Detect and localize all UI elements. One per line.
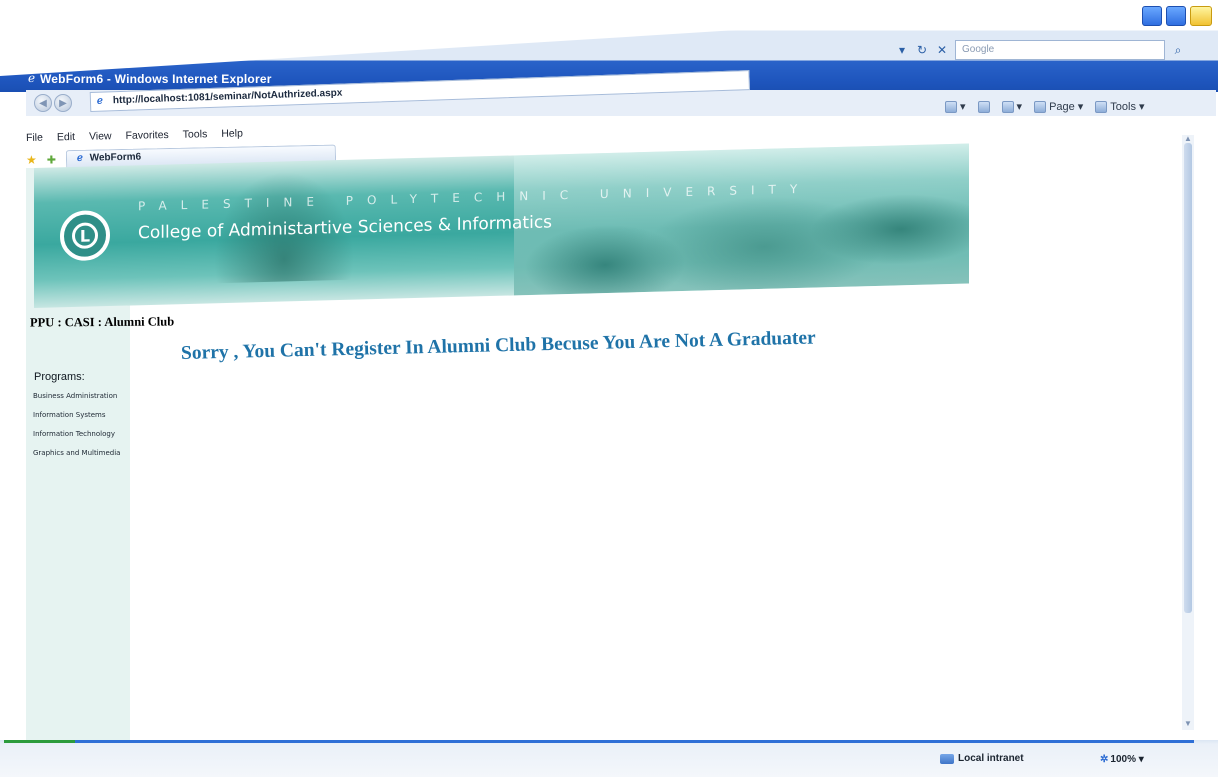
zoom-level[interactable]: ✲ 100% ▾ bbox=[1100, 754, 1144, 765]
program-link-information-technology[interactable]: Information Technology bbox=[33, 430, 128, 438]
load-progress bbox=[4, 740, 76, 743]
scroll-up-icon[interactable]: ▲ bbox=[1184, 135, 1192, 143]
menu-favorites[interactable]: Favorites bbox=[125, 129, 168, 142]
search-input[interactable]: Google bbox=[955, 40, 1165, 60]
minimize-button[interactable] bbox=[1142, 6, 1162, 26]
page-menu-button[interactable]: Page ▾ bbox=[1034, 100, 1083, 113]
url-text: http://localhost:1081/seminar/NotAuthriz… bbox=[112, 87, 343, 107]
page-menu-label: Page bbox=[1049, 100, 1075, 113]
add-favorites-icon[interactable]: ✚ bbox=[47, 153, 56, 166]
error-message: Sorry , You Can't Register In Alumni Clu… bbox=[180, 327, 816, 364]
command-bar: ▾ ▾ Page ▾ Tools ▾ bbox=[945, 100, 1145, 113]
menu-tools[interactable]: Tools bbox=[183, 128, 208, 141]
window-title: WebForm6 - Windows Internet Explorer bbox=[40, 72, 272, 86]
home-button[interactable]: ▾ bbox=[945, 100, 966, 113]
program-link-information-systems[interactable]: Information Systems bbox=[33, 411, 128, 419]
menu-view[interactable]: View bbox=[89, 130, 112, 142]
page-viewport: L PALESTINE POLYTECHNIC UNIVERSITY Colle… bbox=[26, 143, 1186, 744]
close-button[interactable] bbox=[1190, 6, 1212, 26]
feeds-icon bbox=[977, 100, 990, 113]
forward-button[interactable]: ▶ bbox=[54, 94, 72, 112]
menu-help[interactable]: Help bbox=[221, 127, 243, 139]
zone-label: Local intranet bbox=[958, 753, 1024, 764]
top-toolbar: ▾ ↻ ✕ Google ⌕ bbox=[895, 40, 1185, 60]
feeds-button[interactable] bbox=[977, 100, 990, 113]
print-icon bbox=[1001, 100, 1014, 113]
tab-page-icon: ℯ bbox=[76, 152, 83, 164]
dropdown-icon[interactable]: ▾ bbox=[895, 43, 909, 57]
menu-bar: File Edit View Favorites Tools Help bbox=[26, 127, 243, 144]
tools-menu-button[interactable]: Tools ▾ bbox=[1095, 100, 1145, 113]
menu-edit[interactable]: Edit bbox=[57, 131, 75, 143]
security-zone[interactable]: Local intranet bbox=[940, 753, 1024, 764]
programs-list: Business Administration Information Syst… bbox=[33, 392, 128, 468]
back-button[interactable]: ◀ bbox=[34, 94, 52, 112]
college-banner: L PALESTINE POLYTECHNIC UNIVERSITY Colle… bbox=[34, 143, 969, 308]
menu-file[interactable]: File bbox=[26, 132, 43, 144]
vertical-scrollbar[interactable]: ▲ ▼ bbox=[1182, 135, 1194, 730]
search-icon[interactable]: ⌕ bbox=[1171, 43, 1185, 57]
maximize-button[interactable] bbox=[1166, 6, 1186, 26]
breadcrumb: PPU : CASI : Alumni Club bbox=[29, 314, 175, 330]
tools-icon bbox=[1095, 100, 1108, 113]
page-icon bbox=[1034, 100, 1047, 113]
favorites-star-icon[interactable]: ★ bbox=[26, 153, 37, 167]
status-bar: Local intranet ✲ 100% ▾ bbox=[0, 740, 1218, 777]
tools-menu-label: Tools bbox=[1110, 100, 1136, 113]
home-icon bbox=[945, 100, 957, 113]
refresh-icon[interactable]: ↻ bbox=[915, 43, 929, 57]
stop-icon[interactable]: ✕ bbox=[935, 43, 949, 57]
program-link-business-administration[interactable]: Business Administration bbox=[33, 392, 128, 400]
intranet-icon bbox=[940, 753, 954, 764]
page-icon: ℯ bbox=[96, 95, 104, 107]
tab-label: WebForm6 bbox=[89, 151, 142, 164]
nav-buttons: ◀ ▶ bbox=[34, 94, 72, 112]
status-divider bbox=[4, 740, 1194, 743]
window-controls bbox=[1142, 6, 1212, 26]
program-link-graphics-multimedia[interactable]: Graphics and Multimedia bbox=[33, 449, 128, 457]
print-button[interactable]: ▾ bbox=[1001, 100, 1022, 113]
zoom-label: 100% bbox=[1110, 754, 1136, 765]
ie-icon: ℯ bbox=[28, 71, 36, 85]
banner-city-image bbox=[514, 143, 969, 296]
scroll-thumb[interactable] bbox=[1184, 143, 1192, 613]
college-logo: L bbox=[60, 210, 110, 262]
programs-title: Programs: bbox=[34, 371, 85, 383]
logo-letter: L bbox=[72, 222, 98, 250]
zoom-icon: ✲ bbox=[1100, 754, 1109, 765]
scroll-down-icon[interactable]: ▼ bbox=[1184, 720, 1192, 728]
